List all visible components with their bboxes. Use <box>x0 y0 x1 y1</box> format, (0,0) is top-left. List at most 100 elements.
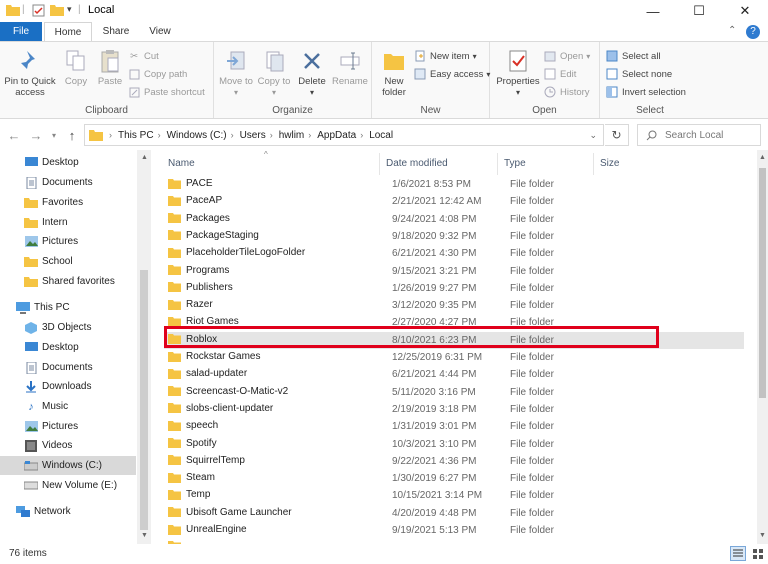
breadcrumb-this-pc[interactable]: This PC <box>118 130 154 141</box>
breadcrumb-appdata[interactable]: AppData <box>317 130 356 141</box>
nav-item-windows-c[interactable]: Windows (C:) <box>0 456 136 475</box>
folder-icon[interactable] <box>6 4 20 18</box>
table-row[interactable]: Publishers 1/26/2019 9:27 PM File folder <box>164 280 744 297</box>
table-row[interactable]: Ubisoft Game Launcher 4/20/2019 4:48 PM Fi… <box>164 505 744 522</box>
breadcrumb-hwlim[interactable]: hwlim <box>279 130 305 141</box>
nav-item-desktop-quick[interactable]: Desktop <box>0 153 136 172</box>
table-row[interactable]: PackageStaging 9/18/2020 9:32 PM File fold… <box>164 228 744 245</box>
maximize-button[interactable]: ☐ <box>676 0 722 22</box>
nav-item-3d-objects[interactable]: 3D Objects <box>0 318 136 337</box>
delete-button[interactable]: Delete ▾ <box>294 48 330 98</box>
table-row[interactable]: PaceAP 2/21/2021 12:42 AM File folder <box>164 193 744 210</box>
table-row[interactable]: SquirrelTemp 9/22/2021 4:36 PM File folder <box>164 453 744 470</box>
nav-item-downloads[interactable]: Downloads <box>0 377 136 396</box>
table-row[interactable]: UnrealEngine 9/19/2021 5:13 PM File folder <box>164 522 744 539</box>
copy-to-button[interactable]: Copy to ▾ <box>256 48 292 98</box>
table-row[interactable]: Razer 3/12/2020 9:35 PM File folder <box>164 297 744 314</box>
column-header-name[interactable]: Name <box>162 153 380 175</box>
copy-path-button[interactable]: Copy path <box>128 66 187 82</box>
nav-pane-scrollbar[interactable]: ▲ ▼ <box>137 150 151 544</box>
invert-selection-button[interactable]: Invert selection <box>606 84 686 100</box>
nav-item-pictures[interactable]: Pictures <box>0 417 136 436</box>
table-row[interactable]: Programs 9/15/2021 3:21 PM File folder <box>164 263 744 280</box>
table-row[interactable]: slobs-client-updater 2/19/2019 3:18 PM Fil… <box>164 401 744 418</box>
nav-item-this-pc[interactable]: This PC <box>0 298 136 317</box>
nav-item-favorites[interactable]: Favorites <box>0 193 136 212</box>
new-item-button[interactable]: New item ▾ <box>414 48 477 64</box>
nav-item-new-volume-e[interactable]: New Volume (E:) <box>0 476 136 495</box>
pin-to-quick-access-button[interactable]: Pin to Quick access <box>2 48 58 98</box>
table-row[interactable]: Rockstar Games 12/25/2019 6:31 PM File fol… <box>164 349 744 366</box>
table-row[interactable]: PlaceholderTileLogoFolder 6/21/2021 4:30 … <box>164 245 744 262</box>
nav-item-shared-favorites[interactable]: Shared favorites <box>0 272 136 291</box>
table-row[interactable]: speech 1/31/2019 3:01 PM File folder <box>164 418 744 435</box>
close-button[interactable]: ✕ <box>722 0 768 22</box>
nav-item-pictures-quick[interactable]: Pictures <box>0 232 136 251</box>
nav-item-videos[interactable]: Videos <box>0 436 136 455</box>
edit-button[interactable]: Edit <box>544 66 576 82</box>
column-header-size[interactable]: Size <box>594 153 674 175</box>
nav-item-desktop[interactable]: Desktop <box>0 338 136 357</box>
collapse-ribbon-icon[interactable]: ⌃ <box>728 25 736 36</box>
table-row[interactable]: Screencast-O-Matic-v2 5/11/2020 3:16 PM Fi… <box>164 384 744 401</box>
cut-button[interactable]: ✂ Cut <box>128 48 159 64</box>
scroll-down-icon[interactable]: ▼ <box>759 532 766 539</box>
tab-file[interactable]: File <box>0 22 42 42</box>
search-box[interactable]: Search Local <box>637 124 761 146</box>
paste-shortcut-button[interactable]: Paste shortcut <box>128 84 205 100</box>
nav-item-school[interactable]: School <box>0 252 136 271</box>
table-row[interactable]: salad-updater 6/21/2021 4:44 PM File folde… <box>164 366 744 383</box>
file-list-scroll-thumb[interactable] <box>759 168 766 398</box>
tab-view[interactable]: View <box>140 22 180 42</box>
scroll-up-icon[interactable]: ▲ <box>759 154 766 161</box>
breadcrumb-separator-icon[interactable]: › <box>270 130 273 140</box>
history-button[interactable]: History <box>544 84 590 100</box>
move-to-button[interactable]: Move to ▾ <box>218 48 254 98</box>
column-header-date[interactable]: Date modified <box>380 153 498 175</box>
properties-button[interactable]: Properties ▾ <box>494 48 542 98</box>
breadcrumb-windows-c[interactable]: Windows (C:) <box>167 130 227 141</box>
nav-item-documents[interactable]: Documents <box>0 358 136 377</box>
nav-item-network[interactable]: Network <box>0 502 136 521</box>
rename-button[interactable]: Rename <box>330 48 370 87</box>
table-row[interactable]: PACE 1/6/2021 8:53 PM File folder <box>164 176 744 193</box>
forward-button[interactable]: → <box>28 126 44 144</box>
breadcrumb-separator-icon[interactable]: › <box>308 130 311 140</box>
breadcrumb-separator-icon[interactable]: › <box>158 130 161 140</box>
paste-button[interactable]: Paste <box>94 48 126 87</box>
help-icon[interactable]: ? <box>746 25 760 39</box>
breadcrumb-users[interactable]: Users <box>240 130 266 141</box>
scroll-down-icon[interactable]: ▼ <box>141 532 148 539</box>
open-button[interactable]: Open ▾ <box>544 48 590 64</box>
tab-share[interactable]: Share <box>96 22 136 42</box>
select-none-button[interactable]: Select none <box>606 66 672 82</box>
refresh-button[interactable]: ↻ <box>605 124 629 146</box>
up-button[interactable]: ↑ <box>64 126 80 144</box>
breadcrumb-separator-icon[interactable]: › <box>231 130 234 140</box>
address-dropdown-icon[interactable]: ⌄ <box>589 130 597 141</box>
large-icons-view-button[interactable] <box>750 546 766 561</box>
nav-item-music[interactable]: ♪ Music <box>0 397 136 416</box>
table-row[interactable]: Temp 10/15/2021 3:14 PM File folder <box>164 487 744 504</box>
nav-item-documents-quick[interactable]: Documents <box>0 173 136 192</box>
table-row[interactable]: Spotify 10/3/2021 3:10 PM File folder <box>164 436 744 453</box>
nav-item-intern[interactable]: Intern <box>0 213 136 232</box>
easy-access-button[interactable]: Easy access ▾ <box>414 66 490 82</box>
breadcrumb-separator-icon[interactable]: › <box>360 130 363 140</box>
table-row[interactable]: Steam 1/30/2019 6:27 PM File folder <box>164 470 744 487</box>
minimize-button[interactable]: — <box>630 0 676 22</box>
back-button[interactable]: ← <box>6 126 22 144</box>
column-header-type[interactable]: Type <box>498 153 594 175</box>
tab-home[interactable]: Home <box>44 22 92 42</box>
nav-scroll-thumb[interactable] <box>140 270 148 530</box>
address-bar[interactable]: › This PC › Windows (C:) › Users › hwlim… <box>84 124 604 146</box>
details-view-button[interactable] <box>730 546 746 561</box>
new-folder-icon[interactable] <box>50 4 64 18</box>
breadcrumb-local[interactable]: Local <box>369 130 393 141</box>
scroll-up-icon[interactable]: ▲ <box>141 154 148 161</box>
new-folder-button[interactable]: New folder <box>376 48 412 98</box>
properties-icon[interactable] <box>32 4 46 18</box>
recent-locations-button[interactable]: ▾ <box>46 126 62 144</box>
table-row[interactable]: Packages 9/24/2021 4:08 PM File folder <box>164 211 744 228</box>
copy-button[interactable]: Copy <box>60 48 92 87</box>
